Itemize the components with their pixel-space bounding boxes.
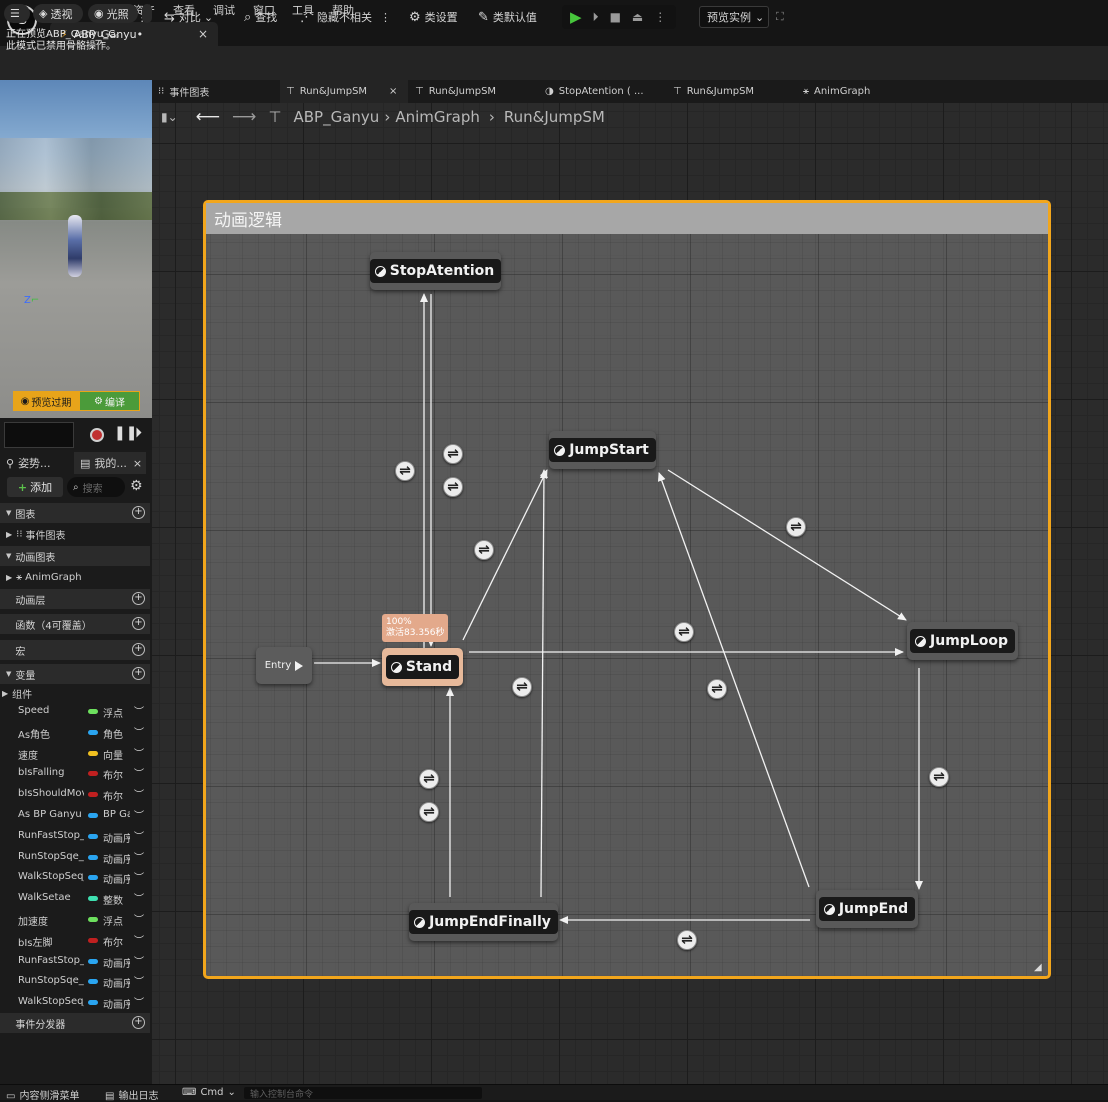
- state-node-label: JumpLoop: [930, 633, 1008, 649]
- state-node-jump-end[interactable]: JumpEnd: [816, 890, 918, 928]
- state-node-label: JumpEndFinally: [429, 914, 551, 930]
- transition-rule-icon[interactable]: ⇌: [419, 802, 439, 822]
- content-drawer-button[interactable]: ▭ 内容侧滑菜单: [6, 1087, 79, 1102]
- transition-rule-icon[interactable]: ⇌: [512, 677, 532, 697]
- exec-pin-icon[interactable]: [295, 660, 304, 671]
- log-icon: ▤: [105, 1091, 115, 1102]
- transition-rule-icon[interactable]: ⇌: [677, 930, 697, 950]
- transition-jumpendfinally-jumpstart: [539, 469, 548, 898]
- output-log-button[interactable]: ▤ 输出日志: [105, 1087, 158, 1102]
- state-node-jump-loop[interactable]: JumpLoop: [907, 622, 1018, 660]
- state-node-stop-atention[interactable]: StopAtention: [369, 252, 502, 290]
- folder-icon: ▭: [6, 1091, 16, 1102]
- active-state-percent: 100%: [386, 617, 412, 627]
- state-node-stand[interactable]: Stand: [382, 648, 463, 686]
- state-node-label: JumpStart: [569, 442, 649, 458]
- console-input[interactable]: 输入控制台命令: [244, 1087, 482, 1100]
- state-node-label: JumpEnd: [838, 901, 909, 917]
- output-log-label: 输出日志: [118, 1091, 159, 1102]
- state-icon: [390, 661, 402, 673]
- transition-rule-icon[interactable]: ⇌: [419, 769, 439, 789]
- state-node-label: Stand: [405, 659, 453, 675]
- status-bar: [0, 1084, 1108, 1100]
- content-drawer-label: 内容侧滑菜单: [19, 1091, 80, 1102]
- state-node-jump-end-finally[interactable]: JumpEndFinally: [409, 903, 558, 941]
- entry-label: Entry: [264, 660, 292, 671]
- transition-rule-icon[interactable]: ⇌: [474, 540, 494, 560]
- chevron-down-icon: ⌄: [227, 1087, 236, 1098]
- state-icon: [915, 635, 927, 647]
- cmd-label: Cmd: [200, 1087, 224, 1098]
- transition-rule-icon[interactable]: ⇌: [443, 444, 463, 464]
- transition-rule-icon[interactable]: ⇌: [929, 767, 949, 787]
- state-node-jump-start[interactable]: JumpStart: [549, 431, 656, 469]
- transition-rule-icon[interactable]: ⇌: [443, 477, 463, 497]
- transition-rule-icon[interactable]: ⇌: [786, 517, 806, 537]
- active-state-time: 激活83.356秒: [386, 628, 445, 638]
- state-node-label: StopAtention: [389, 263, 495, 279]
- cmd-dropdown[interactable]: ⌨ Cmd ⌄: [182, 1087, 236, 1098]
- entry-node[interactable]: Entry: [256, 647, 312, 684]
- active-state-badge: 100% 激活83.356秒: [382, 614, 448, 642]
- transition-rule-icon[interactable]: ⇌: [674, 622, 694, 642]
- transition-jumpend-jumpstart: [657, 472, 810, 888]
- state-icon: [823, 903, 835, 915]
- state-icon: [554, 444, 566, 456]
- transition-rule-icon[interactable]: ⇌: [395, 461, 415, 481]
- state-icon: [414, 916, 426, 928]
- transition-rule-icon[interactable]: ⇌: [707, 679, 727, 699]
- terminal-icon: ⌨: [182, 1087, 197, 1098]
- state-icon: [374, 265, 386, 277]
